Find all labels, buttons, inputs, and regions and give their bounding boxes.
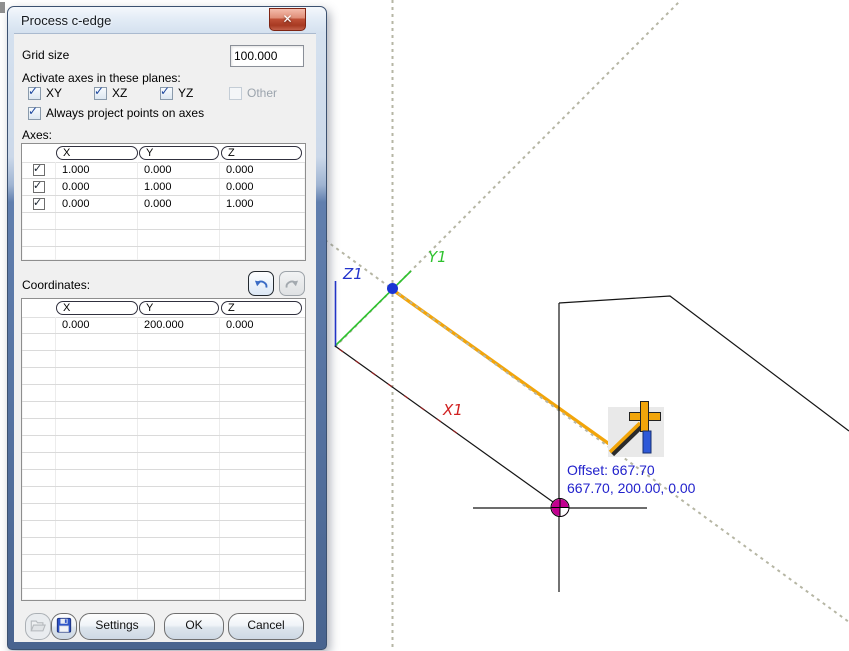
check-icon: ✓	[160, 84, 170, 98]
open-button	[25, 613, 51, 640]
checkbox-xy[interactable]: ✓ XY	[28, 86, 62, 100]
table-cell: 1.000	[226, 198, 254, 210]
table-row[interactable]: ✓ 0.000 0.000 1.000	[22, 196, 305, 213]
axes-table-body: ✓ 1.000 0.000 0.000 ✓ 0.000 1.000 0.000 ✓ 0.000 0.…	[22, 162, 305, 260]
coordinates-table: X Y Z 0.000 200.000 0.000	[21, 298, 306, 601]
table-cell: 0.000	[62, 181, 90, 193]
checkbox-label: Other	[247, 86, 277, 100]
close-button[interactable]: ✕	[269, 8, 306, 31]
screen: Z1 Y1 X1 Offset: 667.70 667.70, 200.00, …	[0, 0, 849, 651]
column-header-z[interactable]: Z	[221, 146, 302, 160]
check-icon: ✓	[33, 196, 42, 209]
checkbox-xz[interactable]: ✓ XZ	[94, 86, 127, 100]
x1-axis-label: X1	[442, 401, 463, 419]
checkbox-box: ✓	[160, 87, 173, 100]
check-icon: ✓	[28, 104, 38, 118]
coordinates-table-header: X Y Z	[22, 299, 305, 318]
table-row[interactable]: ✓ 0.000 1.000 0.000	[22, 179, 305, 196]
column-header-x[interactable]: X	[56, 146, 138, 160]
check-icon: ✓	[33, 179, 42, 192]
grid-size-label: Grid size	[22, 48, 69, 62]
column-header-z[interactable]: Z	[221, 301, 302, 315]
checkbox-yz[interactable]: ✓ YZ	[160, 86, 193, 100]
coordinates-section-label: Coordinates:	[22, 278, 90, 292]
checkbox-always-project[interactable]: ✓ Always project points on axes	[28, 106, 204, 120]
redo-button	[279, 271, 305, 296]
offset-tooltip: Offset: 667.70 667.70, 200.00, 0.00	[567, 461, 695, 497]
axes-section-label: Axes:	[22, 128, 52, 142]
redo-icon	[283, 276, 301, 292]
table-cell: 0.000	[226, 319, 254, 331]
open-folder-icon	[29, 617, 47, 634]
checkbox-other: ✓ Other	[229, 86, 277, 100]
check-icon: ✓	[33, 162, 42, 175]
coordinates-table-body: 0.000 200.000 0.000	[22, 317, 305, 600]
table-cell: 0.000	[226, 181, 254, 193]
axes-table: X Y Z ✓ 1.000 0.000 0.000 ✓ 0.000 1.000 0.000 ✓ 0…	[21, 143, 306, 261]
table-row[interactable]: ✓ 1.000 0.000 0.000	[22, 162, 305, 179]
y1-axis-label: Y1	[428, 248, 447, 266]
row-checkbox[interactable]: ✓	[33, 198, 45, 210]
table-row[interactable]: 0.000 200.000 0.000	[22, 317, 305, 334]
snap-point-marker	[551, 498, 569, 516]
ok-button[interactable]: OK	[164, 613, 224, 640]
column-header-y[interactable]: Y	[139, 146, 219, 160]
cancel-button[interactable]: Cancel	[228, 613, 304, 640]
undo-button[interactable]	[248, 271, 274, 296]
process-c-edge-dialog: Process c-edge ✕ Grid size Activate axes…	[7, 6, 327, 650]
offset-tooltip-line1: Offset: 667.70	[567, 461, 695, 479]
table-cell: 1.000	[62, 164, 90, 176]
checkbox-label: YZ	[178, 86, 193, 100]
dialog-title: Process c-edge	[21, 13, 111, 28]
checkbox-box: ✓	[28, 107, 41, 120]
table-cell: 0.000	[62, 319, 90, 331]
table-cell: 200.000	[144, 319, 184, 331]
checkbox-box: ✓	[28, 87, 41, 100]
table-cell: 0.000	[62, 198, 90, 210]
checkbox-label: XY	[46, 86, 62, 100]
table-cell: 1.000	[144, 181, 172, 193]
row-checkbox[interactable]: ✓	[33, 181, 45, 193]
x1-axis-line	[335, 346, 560, 507]
z1-axis-label: Z1	[342, 265, 363, 283]
background-window-artifact	[0, 2, 5, 13]
checkbox-box: ✓	[229, 87, 242, 100]
settings-button[interactable]: Settings	[79, 613, 155, 640]
row-checkbox[interactable]: ✓	[33, 164, 45, 176]
highlight-measure-line	[393, 290, 612, 446]
table-cell: 0.000	[144, 198, 172, 210]
model-edge-polyline	[559, 296, 849, 431]
column-header-y[interactable]: Y	[139, 301, 219, 315]
offset-tooltip-line2: 667.70, 200.00, 0.00	[567, 479, 695, 497]
dialog-titlebar[interactable]: Process c-edge ✕	[8, 7, 326, 33]
check-icon: ✓	[94, 84, 104, 98]
save-button[interactable]	[51, 613, 77, 640]
table-cell: 0.000	[226, 164, 254, 176]
checkbox-box: ✓	[94, 87, 107, 100]
axes-table-header: X Y Z	[22, 144, 305, 163]
endpoint-marker	[387, 283, 398, 294]
grid-size-input[interactable]	[230, 45, 304, 67]
check-icon: ✓	[28, 84, 38, 98]
table-cell: 0.000	[144, 164, 172, 176]
checkbox-label: XZ	[112, 86, 127, 100]
checkbox-label: Always project points on axes	[46, 106, 204, 120]
line-tool-cursor	[608, 402, 664, 458]
undo-icon	[252, 276, 270, 292]
save-floppy-icon	[55, 617, 73, 634]
dialog-client-area: Grid size Activate axes in these planes:…	[14, 33, 316, 642]
column-header-x[interactable]: X	[56, 301, 138, 315]
